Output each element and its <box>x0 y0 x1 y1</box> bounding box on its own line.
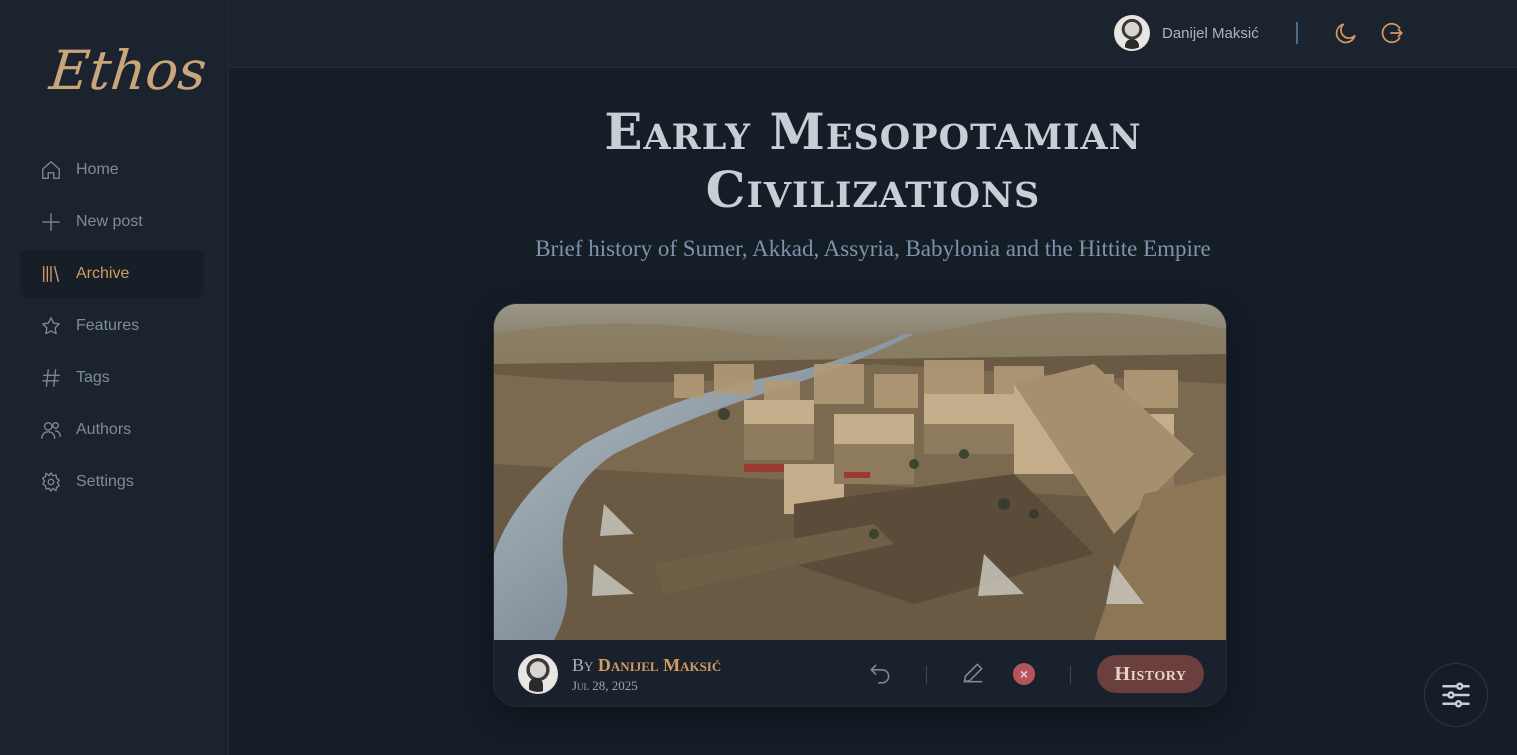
sidebar-item-label: Home <box>76 161 119 178</box>
user-name: Danijel Maksić <box>1162 24 1259 42</box>
sidebar-item-new-post[interactable]: New post <box>20 198 204 246</box>
sidebar-item-label: Features <box>76 317 140 334</box>
avatar <box>1114 15 1150 51</box>
sidebar-item-settings[interactable]: Settings <box>20 458 204 506</box>
moon-icon[interactable] <box>1333 20 1359 46</box>
divider <box>1296 22 1298 44</box>
library-icon <box>40 263 62 285</box>
page-subtitle: Brief history of Sumer, Akkad, Assyria, … <box>535 236 1211 261</box>
action-divider <box>1070 666 1071 684</box>
page-title: Early Mesopotamian Civilizations <box>229 103 1517 219</box>
sidebar-item-label: Tags <box>76 369 110 386</box>
sidebar-item-label: Archive <box>76 265 130 282</box>
page-title-line-2: Civilizations <box>705 160 1041 219</box>
author-link[interactable]: Danijel Maksić <box>598 655 721 675</box>
city-painting <box>494 304 1226 640</box>
sidebar-item-home[interactable]: Home <box>20 146 204 194</box>
user-menu[interactable]: Danijel Maksić <box>1114 15 1259 51</box>
sidebar-item-label: New post <box>76 213 143 230</box>
post-cover-image[interactable] <box>494 304 1226 640</box>
sidebar: Ethos Home New post Archive Features Tag… <box>0 0 229 755</box>
page-title-line-1: Early Mesopotamian <box>604 102 1142 161</box>
star-icon <box>40 315 62 337</box>
sidebar-item-authors[interactable]: Authors <box>20 406 204 454</box>
post-date: Jul 28, 2025 <box>572 677 638 693</box>
delete-icon[interactable]: × <box>1013 663 1035 685</box>
byline-text: By Danijel Maksić <box>572 655 721 676</box>
undo-icon[interactable] <box>867 660 893 686</box>
sidebar-nav: Home New post Archive Features Tags Auth… <box>20 146 204 510</box>
users-icon <box>40 419 62 441</box>
top-bar: Danijel Maksić <box>229 0 1517 68</box>
sidebar-item-tags[interactable]: Tags <box>20 354 204 402</box>
gear-icon <box>40 471 62 493</box>
sliders-icon <box>1442 682 1470 708</box>
brand-logo[interactable]: Ethos <box>47 39 210 102</box>
post-card: By Danijel Maksić Jul 28, 2025 × History <box>493 303 1227 707</box>
sidebar-item-label: Settings <box>76 473 134 490</box>
plus-icon <box>40 211 62 233</box>
hash-icon <box>40 367 62 389</box>
author-avatar[interactable] <box>518 654 558 694</box>
edit-icon[interactable] <box>960 660 986 686</box>
sidebar-item-features[interactable]: Features <box>20 302 204 350</box>
home-icon <box>40 159 62 181</box>
byline-prefix: By <box>572 654 594 675</box>
sidebar-item-archive[interactable]: Archive <box>20 250 204 298</box>
sidebar-item-label: Authors <box>76 421 132 438</box>
post-byline: By Danijel Maksić Jul 28, 2025 <box>518 654 721 694</box>
filter-settings-button[interactable] <box>1424 663 1488 727</box>
tag-badge[interactable]: History <box>1097 655 1204 693</box>
logout-icon[interactable] <box>1379 20 1405 46</box>
action-divider <box>926 666 927 684</box>
